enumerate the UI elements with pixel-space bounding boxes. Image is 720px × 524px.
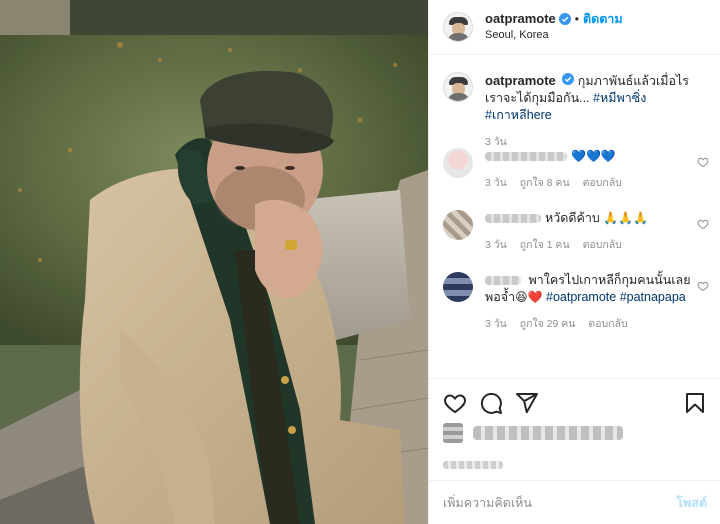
comment-emoji: 💙💙💙 <box>571 149 616 163</box>
hashtag-link[interactable]: #patnapapa <box>620 290 686 304</box>
caption-author-avatar[interactable] <box>443 72 473 102</box>
follow-button[interactable]: ติดตาม <box>583 11 623 27</box>
comment-likes[interactable]: ถูกใจ 8 คน <box>520 177 570 189</box>
comment-item: พาใครไปเกาหลีก็กุมคนนั้นเลยพอจ้ำ😆❤️ #oat… <box>443 272 713 333</box>
comment-text: หวัดดีค้าบ <box>545 211 600 225</box>
comment-like-heart-icon[interactable] <box>697 156 709 168</box>
caption-username[interactable]: oatpramote <box>485 73 556 88</box>
comments-list[interactable]: oatpramote กุมภาพันธ์แล้วเมื่อไรเราจะได้… <box>429 56 720 378</box>
comment-time[interactable]: 3 วัน <box>485 177 507 189</box>
post-date-redacted <box>443 461 503 469</box>
commenter-username-redacted[interactable] <box>485 152 567 162</box>
reply-button[interactable]: ตอบกลับ <box>583 177 622 189</box>
post-header: oatpramote • ติดตาม Seoul, Korea <box>429 0 720 55</box>
hashtag-link[interactable]: #เกาหลีhere <box>485 108 552 122</box>
comment-input[interactable]: เพิ่มความคิดเห็น <box>443 493 532 513</box>
post-comment-button[interactable]: โพสต์ <box>676 493 707 513</box>
likes-summary[interactable] <box>443 423 623 443</box>
comment-like-heart-icon[interactable] <box>697 280 709 292</box>
post-side-panel: oatpramote • ติดตาม Seoul, Korea oatpram… <box>428 0 720 524</box>
comment-likes[interactable]: ถูกใจ 29 คน <box>520 318 576 330</box>
instagram-post-modal: oatpramote • ติดตาม Seoul, Korea oatpram… <box>0 0 720 524</box>
liker-avatar-redacted[interactable] <box>443 423 463 443</box>
commenter-avatar[interactable] <box>443 272 473 302</box>
commenter-avatar[interactable] <box>443 148 473 178</box>
comment-like-heart-icon[interactable] <box>697 218 709 230</box>
hashtag-link[interactable]: #oatpramote <box>546 290 616 304</box>
add-comment-bar: เพิ่มความคิดเห็น โพสต์ <box>429 480 720 524</box>
post-photo-illustration <box>0 0 428 524</box>
reply-button[interactable]: ตอบกลับ <box>583 239 622 251</box>
reply-button[interactable]: ตอบกลับ <box>588 318 627 330</box>
caption-time[interactable]: 3 วัน <box>485 136 507 148</box>
heart-icon[interactable] <box>443 391 467 415</box>
post-location[interactable]: Seoul, Korea <box>485 27 623 43</box>
header-separator: • <box>574 12 579 26</box>
comment-icon[interactable] <box>479 391 503 415</box>
comment-emoji: 😆❤️ <box>515 290 543 304</box>
post-actions: เพิ่มความคิดเห็น โพสต์ <box>429 378 720 524</box>
author-username[interactable]: oatpramote <box>485 11 556 27</box>
verified-badge-icon <box>558 13 571 25</box>
commenter-avatar[interactable] <box>443 210 473 240</box>
comment-time[interactable]: 3 วัน <box>485 318 507 330</box>
comment-likes[interactable]: ถูกใจ 1 คน <box>520 239 570 251</box>
hashtag-link[interactable]: #หมีพาซิ่ง <box>593 91 646 105</box>
commenter-username-redacted[interactable] <box>485 214 541 224</box>
post-caption: oatpramote กุมภาพันธ์แล้วเมื่อไรเราจะได้… <box>443 72 713 151</box>
author-avatar[interactable] <box>443 12 473 42</box>
comment-item: หวัดดีค้าบ 🙏🙏🙏 3 วัน ถูกใจ 1 คน ตอบกลับ <box>443 210 713 254</box>
comment-emoji: 🙏🙏🙏 <box>603 211 649 225</box>
comment-time[interactable]: 3 วัน <box>485 239 507 251</box>
share-icon[interactable] <box>515 391 539 415</box>
post-photo[interactable] <box>0 0 428 524</box>
comment-item: 💙💙💙 3 วัน ถูกใจ 8 คน ตอบกลับ <box>443 148 713 192</box>
commenter-username-redacted[interactable] <box>485 276 521 286</box>
bookmark-icon[interactable] <box>683 391 707 415</box>
verified-badge-icon <box>562 73 575 85</box>
likes-count-redacted[interactable] <box>473 426 623 440</box>
